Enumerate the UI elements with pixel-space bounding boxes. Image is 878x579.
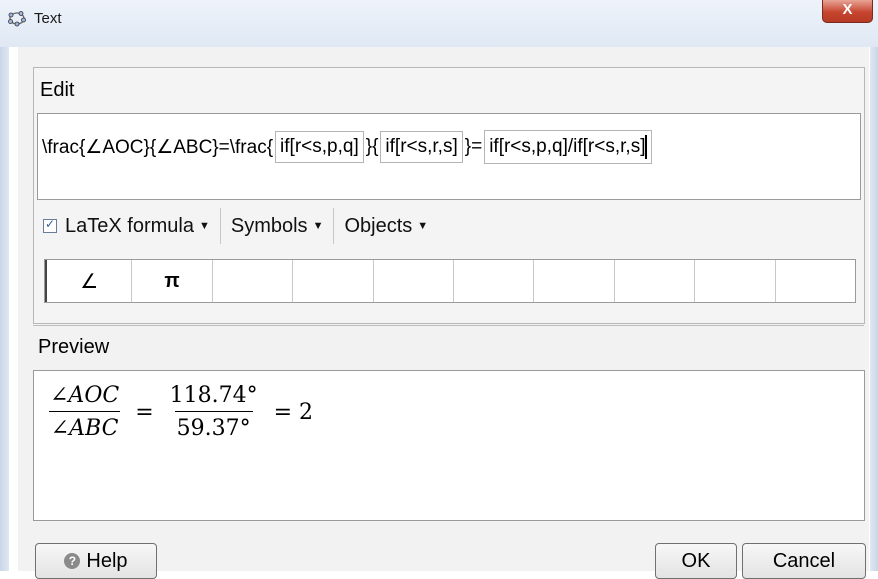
dropdown-arrow-icon: ▼ xyxy=(198,220,210,232)
fraction-lhs: ∠AOC ∠ABC xyxy=(48,383,121,441)
symbol-cell-pi[interactable]: π xyxy=(132,260,213,302)
window-frame-right xyxy=(870,47,878,571)
help-icon: ? xyxy=(64,553,81,569)
editor-text-segment: }{ xyxy=(365,136,379,157)
symbol-cell-empty[interactable] xyxy=(776,260,855,302)
objects-dropdown[interactable]: Objects ▼ xyxy=(334,215,438,238)
edit-label: Edit xyxy=(40,79,75,101)
editor-text-segment: \frac{∠AOC}{∠ABC}=\frac{ xyxy=(42,136,274,158)
fraction-denominator: ∠ABC xyxy=(48,411,121,441)
rendered-formula: ∠AOC ∠ABC = 118.74° 59.37° = 2 xyxy=(44,383,323,441)
editor-text-segment: }= xyxy=(464,136,483,157)
edit-toolbar: ✓ LaTeX formula ▼ Symbols ▼ Objects ▼ xyxy=(37,206,438,246)
preview-label: Preview xyxy=(38,336,110,358)
window-title: Text xyxy=(34,10,62,27)
fraction-denominator: 59.37° xyxy=(174,411,253,441)
checkmark-icon: ✓ xyxy=(45,217,56,231)
cancel-button[interactable]: Cancel xyxy=(742,543,866,579)
fraction-rhs: 118.74° 59.37° xyxy=(168,383,260,441)
title-bar: Text X xyxy=(0,0,878,47)
close-button[interactable]: X xyxy=(822,0,873,23)
symbol-cell-empty[interactable] xyxy=(534,260,615,302)
help-button[interactable]: ? Help xyxy=(35,543,157,579)
latex-formula-dropdown[interactable]: LaTeX formula ▼ xyxy=(65,215,220,238)
preview-separator xyxy=(33,325,864,326)
dynamic-object-text: if[r<s,p,q]/if[r<s,r,s] xyxy=(489,136,646,158)
window-frame-left xyxy=(0,47,9,571)
objects-label: Objects xyxy=(344,214,413,237)
dynamic-object-box[interactable]: if[r<s,p,q] xyxy=(275,131,364,163)
text-caret xyxy=(645,135,648,159)
dynamic-object-box[interactable]: if[r<s,r,s] xyxy=(380,131,463,163)
latex-checkbox[interactable]: ✓ xyxy=(43,217,57,233)
symbol-cell-empty[interactable] xyxy=(615,260,696,302)
geogebra-icon xyxy=(8,9,26,27)
ok-button[interactable]: OK xyxy=(655,543,737,579)
editor-line: \frac{∠AOC}{∠ABC}=\frac{ if[r<s,p,q] }{ … xyxy=(42,130,654,164)
fraction-numerator: 118.74° xyxy=(169,383,258,408)
latex-editor[interactable]: \frac{∠AOC}{∠ABC}=\frac{ if[r<s,p,q] }{ … xyxy=(37,113,861,200)
symbol-cell-empty[interactable] xyxy=(213,260,294,302)
close-icon: X xyxy=(842,1,853,18)
latex-formula-label: LaTeX formula xyxy=(65,214,194,237)
symbol-cell-empty[interactable] xyxy=(374,260,454,302)
result: = 2 xyxy=(273,399,314,425)
preview-box: ∠AOC ∠ABC = 118.74° 59.37° = 2 xyxy=(33,370,865,521)
help-label: Help xyxy=(86,549,128,572)
symbols-dropdown[interactable]: Symbols ▼ xyxy=(221,215,334,238)
fraction-numerator: ∠AOC xyxy=(50,383,120,408)
dynamic-object-box-active[interactable]: if[r<s,p,q]/if[r<s,r,s] xyxy=(484,130,653,164)
symbols-label: Symbols xyxy=(230,214,308,237)
symbol-palette: ∠ π xyxy=(44,259,856,303)
symbol-cell-empty[interactable] xyxy=(695,260,776,302)
symbol-cell-empty[interactable] xyxy=(293,260,374,302)
dropdown-arrow-icon: ▼ xyxy=(312,220,324,232)
equals-sign: = xyxy=(135,399,154,425)
symbol-cell-angle[interactable]: ∠ xyxy=(45,260,133,302)
edit-panel: Edit \frac{∠AOC}{∠ABC}=\frac{ if[r<s,p,q… xyxy=(33,67,865,324)
dropdown-arrow-icon: ▼ xyxy=(417,220,429,232)
symbol-cell-empty[interactable] xyxy=(454,260,535,302)
